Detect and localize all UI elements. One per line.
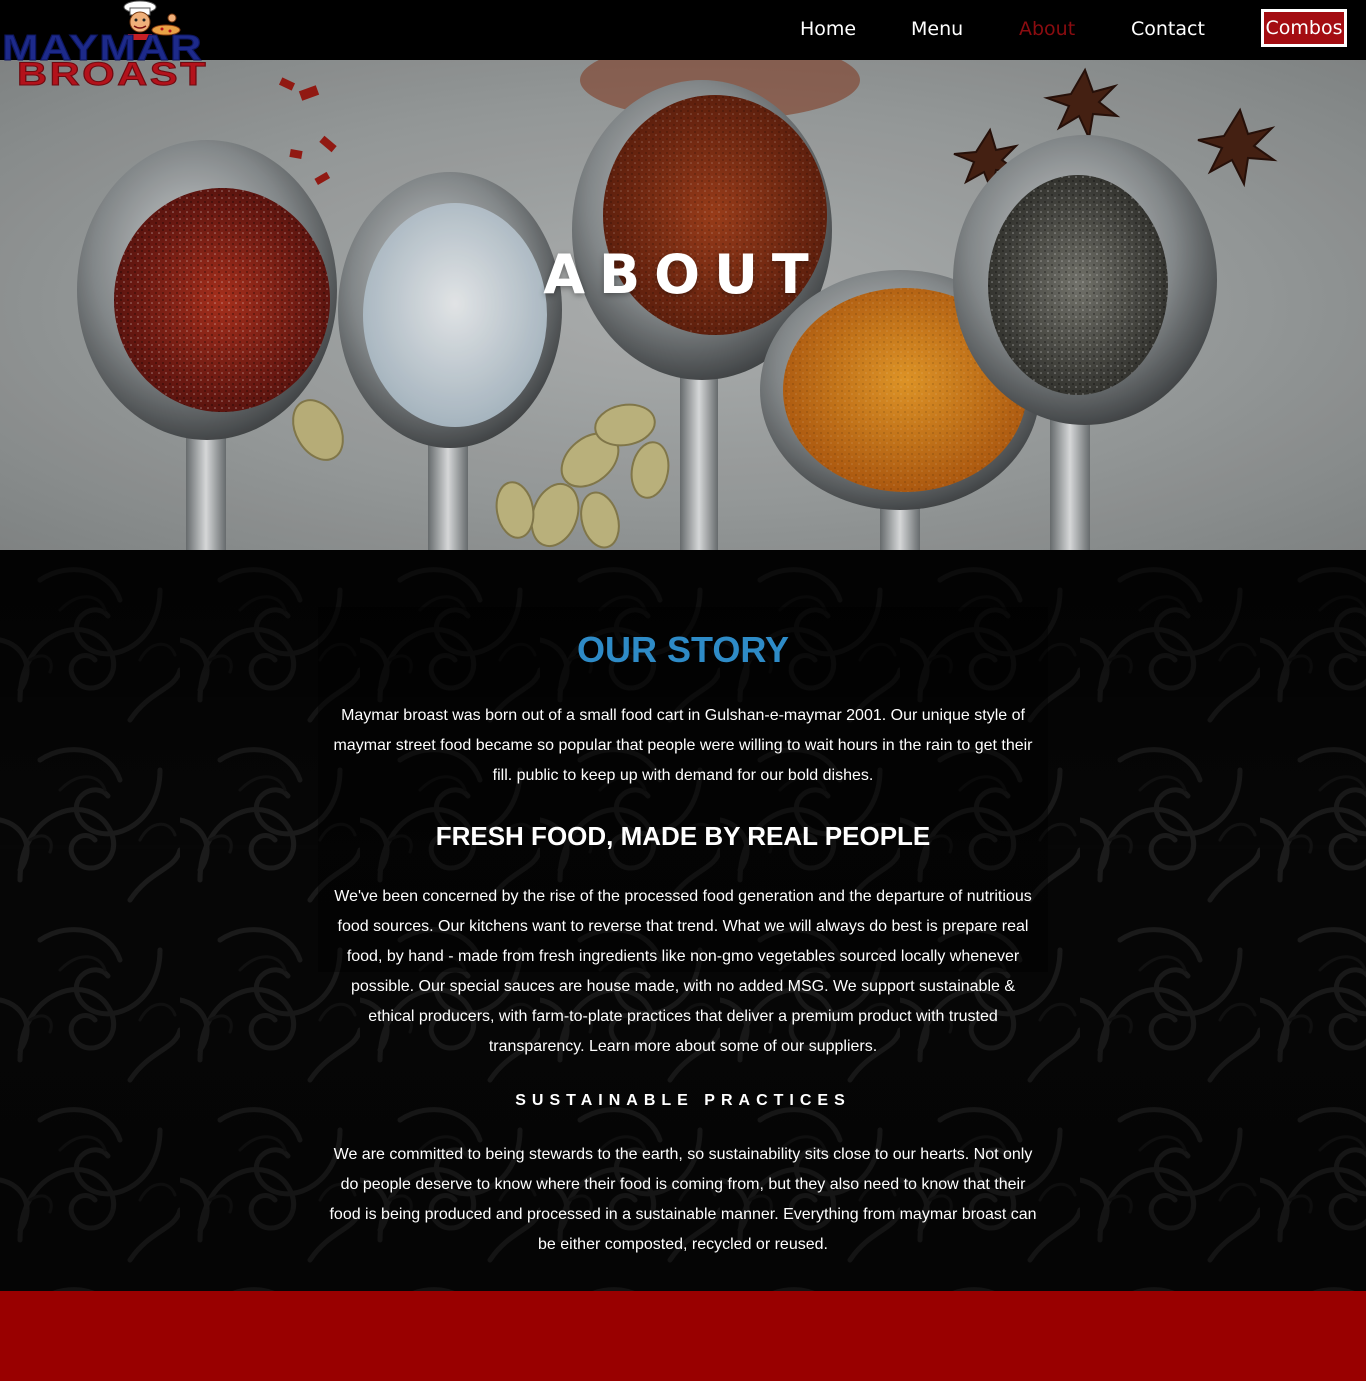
hero-title: ABOUT	[543, 243, 823, 306]
our-story-section: OUR STORY Maymar broast was born out of …	[0, 550, 1366, 1291]
footer	[0, 1291, 1366, 1381]
our-story-heading: OUR STORY	[576, 629, 790, 670]
sustainable-paragraph: We are committed to being stewards to th…	[329, 1146, 1037, 1253]
story-content: OUR STORY Maymar broast was born out of …	[318, 550, 1048, 1291]
fresh-food-heading: FRESH FOOD, MADE BY REAL PEOPLE	[435, 821, 931, 851]
hero-banner: ABOUT	[0, 60, 1366, 550]
fresh-food-paragraph: We've been concerned by the rise of the …	[334, 888, 1032, 1055]
nav-combos-button[interactable]: Combos	[1261, 9, 1347, 47]
brand-logo[interactable]: MAYMAR BROAST	[0, 0, 255, 92]
brand-name-line2: BROAST	[16, 56, 209, 92]
story-paragraph: Maymar broast was born out of a small fo…	[333, 707, 1033, 784]
sustainable-practices-heading: SUSTAINABLE PRACTICES	[515, 1092, 851, 1109]
nav-about-link[interactable]: About	[1019, 16, 1075, 42]
nav-menu-link[interactable]: Menu	[911, 16, 963, 42]
nav-home-link[interactable]: Home	[800, 16, 856, 42]
nav-contact-link[interactable]: Contact	[1131, 16, 1205, 42]
